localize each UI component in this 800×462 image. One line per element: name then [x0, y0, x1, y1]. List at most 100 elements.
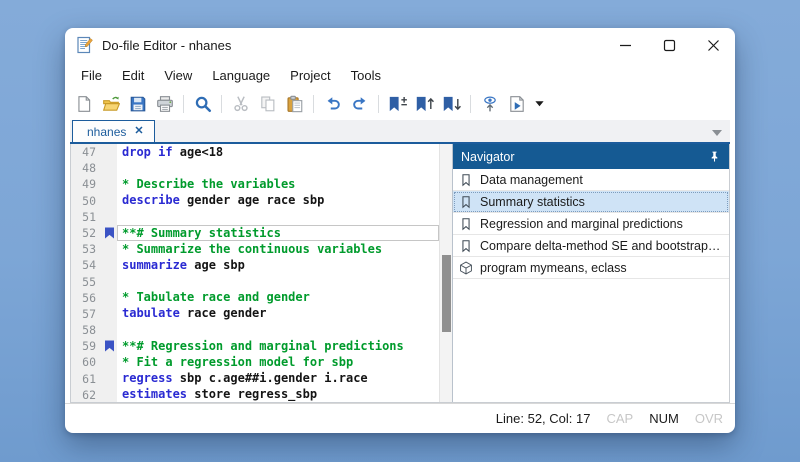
- line-number: 48: [71, 160, 101, 176]
- code-line-text[interactable]: **# Regression and marginal predictions: [117, 338, 439, 354]
- code-line-48: 48: [71, 160, 439, 176]
- code-line-text[interactable]: * Tabulate race and gender: [117, 290, 439, 306]
- maximize-button[interactable]: [647, 28, 691, 62]
- navigator-item-summary-statistics[interactable]: Summary statistics: [453, 191, 729, 213]
- new-do-file-button[interactable]: [71, 92, 96, 116]
- code-token: age sbp: [187, 258, 245, 273]
- code-token: regress: [122, 371, 173, 386]
- do-file-editor-app-icon: [76, 36, 94, 54]
- code-token: * Tabulate race and gender: [122, 290, 310, 305]
- code-line-text[interactable]: drop if age<18: [117, 144, 439, 160]
- pin-icon[interactable]: [708, 150, 721, 163]
- code-line-text[interactable]: regress sbp c.age##i.gender i.race: [117, 371, 439, 387]
- code-line-text[interactable]: tabulate race gender: [117, 306, 439, 322]
- bookmark-gutter: [101, 387, 117, 402]
- bookmark-gutter: [101, 322, 117, 338]
- menu-item-language[interactable]: Language: [202, 65, 280, 86]
- line-number: 59: [71, 338, 101, 354]
- menu-item-project[interactable]: Project: [280, 65, 340, 86]
- code-line-51: 51: [71, 209, 439, 225]
- code-line-56: 56 * Tabulate race and gender: [71, 290, 439, 306]
- line-number: 56: [71, 290, 101, 306]
- redo-button[interactable]: [347, 92, 372, 116]
- code-line-text[interactable]: * Fit a regression model for sbp: [117, 354, 439, 370]
- find-button[interactable]: [190, 92, 215, 116]
- line-number: 50: [71, 193, 101, 209]
- do-button[interactable]: [504, 92, 529, 116]
- toolbar-separator: [313, 95, 314, 113]
- navigator-item-compare-delta-method-se-and-bootstrap-se[interactable]: Compare delta-method SE and bootstrap SE…: [453, 235, 729, 257]
- toggle-bookmark-button[interactable]: [385, 92, 410, 116]
- minimize-button[interactable]: [603, 28, 647, 62]
- code-token: * Summarize the continuous variables: [122, 242, 382, 257]
- navigator-item-regression-and-marginal-predictions[interactable]: Regression and marginal predictions: [453, 213, 729, 235]
- bookmark-gutter: [101, 209, 117, 225]
- line-number: 52: [71, 225, 101, 241]
- bookmark-icon[interactable]: [101, 225, 117, 241]
- code-line-text[interactable]: describe gender age race sbp: [117, 193, 439, 209]
- line-number: 58: [71, 322, 101, 338]
- code-line-text[interactable]: estimates store regress_sbp: [117, 387, 439, 402]
- code-token: sbp c.age##i.gender i.race: [173, 371, 368, 386]
- tab-nhanes[interactable]: nhanes ✕: [72, 120, 155, 142]
- undo-button[interactable]: [320, 92, 345, 116]
- next-bookmark-button[interactable]: [439, 92, 464, 116]
- line-number: 54: [71, 257, 101, 273]
- line-number: 60: [71, 354, 101, 370]
- menu-item-view[interactable]: View: [154, 65, 202, 86]
- code-token: summarize: [122, 258, 187, 273]
- code-token: age<18: [173, 145, 224, 160]
- close-button[interactable]: [691, 28, 735, 62]
- run-button[interactable]: [477, 92, 502, 116]
- previous-bookmark-button[interactable]: [412, 92, 437, 116]
- tab-close-icon[interactable]: ✕: [134, 126, 143, 137]
- menu-item-file[interactable]: File: [71, 65, 112, 86]
- current-code-line-text[interactable]: **# Summary statistics: [117, 225, 439, 241]
- code-line-62: 62estimates store regress_sbp: [71, 387, 439, 402]
- navigator-item-data-management[interactable]: Data management: [453, 169, 729, 191]
- editor-scrollbar[interactable]: [439, 144, 452, 402]
- line-number: 55: [71, 274, 101, 290]
- toolbar-separator: [378, 95, 379, 113]
- overwrite-indicator: OVR: [695, 411, 723, 426]
- open-button[interactable]: [98, 92, 123, 116]
- code-line-text[interactable]: [117, 322, 439, 338]
- code-token: **# Regression and marginal predictions: [122, 339, 404, 354]
- code-line-58: 58: [71, 322, 439, 338]
- cut-button[interactable]: [228, 92, 253, 116]
- do-dropdown-button[interactable]: [531, 92, 547, 116]
- paste-button[interactable]: [282, 92, 307, 116]
- bookmark-icon[interactable]: [101, 338, 117, 354]
- status-bar: Line: 52, Col: 17 CAP NUM OVR: [65, 403, 735, 433]
- code-line-text[interactable]: summarize age sbp: [117, 257, 439, 273]
- code-line-60: 60 * Fit a regression model for sbp: [71, 354, 439, 370]
- code-line-text[interactable]: [117, 274, 439, 290]
- program-cube-icon: [459, 261, 473, 275]
- code-line-text[interactable]: [117, 160, 439, 176]
- code-line-text[interactable]: * Describe the variables: [117, 176, 439, 192]
- editor-scrollbar-thumb[interactable]: [442, 255, 451, 332]
- code-line-text[interactable]: [117, 209, 439, 225]
- titlebar[interactable]: Do-file Editor - nhanes: [65, 28, 735, 62]
- toolbar-separator: [470, 95, 471, 113]
- menu-item-tools[interactable]: Tools: [341, 65, 391, 86]
- save-button[interactable]: [125, 92, 150, 116]
- copy-button[interactable]: [255, 92, 280, 116]
- navigator-panel: Navigator Data managementSummary statist…: [452, 144, 729, 402]
- print-button[interactable]: [152, 92, 177, 116]
- tab-list-dropdown-icon[interactable]: [712, 130, 722, 136]
- menubar: FileEditViewLanguageProjectTools: [65, 62, 735, 89]
- code-line-54: 54 summarize age sbp: [71, 257, 439, 273]
- bookmark-gutter: [101, 371, 117, 387]
- navigator-item-program-mymeans-eclass[interactable]: program mymeans, eclass: [453, 257, 729, 279]
- code-line-57: 57tabulate race gender: [71, 306, 439, 322]
- bookmark-gutter: [101, 176, 117, 192]
- menu-item-edit[interactable]: Edit: [112, 65, 154, 86]
- line-number: 49: [71, 176, 101, 192]
- code-token: **# Summary statistics: [122, 226, 281, 241]
- navigator-item-label: Regression and marginal predictions: [480, 217, 683, 231]
- caps-lock-indicator: CAP: [606, 411, 633, 426]
- code-line-text[interactable]: * Summarize the continuous variables: [117, 241, 439, 257]
- code-editor[interactable]: 47drop if age<184849* Describe the varia…: [71, 144, 439, 402]
- code-token: * Fit a regression model for sbp: [122, 355, 353, 370]
